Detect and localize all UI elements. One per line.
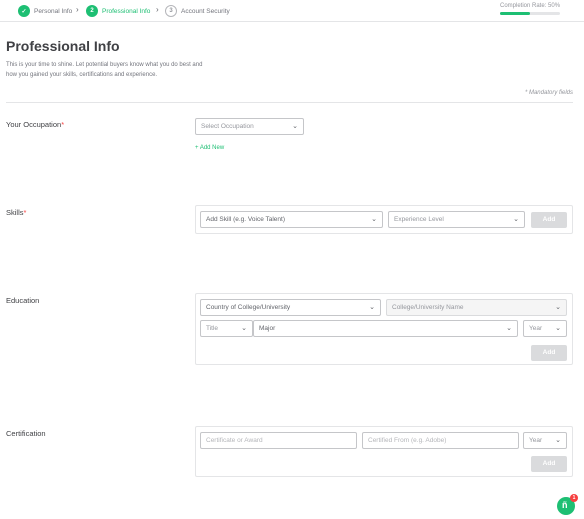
education-label: Education (6, 296, 40, 305)
major-select[interactable]: Major ⌄ (253, 320, 518, 337)
college-select[interactable]: College/University Name ⌄ (386, 299, 567, 316)
add-education-button[interactable]: Add (531, 345, 567, 361)
skill-select[interactable]: Add Skill (e.g. Voice Talent) ⌄ (200, 211, 383, 228)
chevron-down-icon: ⌄ (555, 304, 561, 311)
completion-fill (500, 12, 530, 15)
chevron-down-icon: ⌄ (369, 304, 375, 311)
completion-track (500, 12, 560, 15)
intro-text: This is your time to shine. Let potentia… (6, 62, 203, 78)
step-personal-info[interactable]: ✓ Personal Info (18, 4, 72, 18)
check-icon: ✓ (18, 5, 30, 17)
year-placeholder: Year (529, 437, 543, 444)
occupation-select-placeholder: Select Occupation (201, 123, 254, 130)
step-account-security[interactable]: 3 Account Security (165, 4, 230, 18)
certificate-input[interactable]: Certificate or Award (200, 432, 357, 449)
occupation-select[interactable]: Select Occupation ⌄ (195, 118, 304, 135)
chevron-down-icon: ⌄ (513, 216, 519, 223)
education-year-select[interactable]: Year ⌄ (523, 320, 567, 337)
chevron-down-icon: ⌄ (506, 325, 512, 332)
progress-header: ✓ Personal Info › 2 Professional Info › … (0, 0, 584, 22)
step-label: Account Security (181, 7, 230, 15)
step-label: Personal Info (34, 7, 73, 15)
step-label: Professional Info (102, 7, 151, 15)
page-title: Professional Info (6, 38, 120, 54)
certified-from-input[interactable]: Certified From (e.g. Adobe) (362, 432, 519, 449)
chevron-down-icon: ⌄ (555, 325, 561, 332)
add-new-occupation-link[interactable]: + Add New (195, 145, 224, 151)
chevron-right-icon: › (156, 5, 159, 14)
step-professional-info[interactable]: 2 Professional Info (86, 4, 150, 18)
country-placeholder: Country of College/University (206, 304, 291, 311)
year-placeholder: Year (529, 325, 543, 332)
college-placeholder: College/University Name (392, 304, 464, 311)
chevron-down-icon: ⌄ (371, 216, 377, 223)
notification-badge: 1 (570, 494, 578, 502)
completion-rate: Completion Rate: 50% (500, 3, 562, 15)
experience-level-select[interactable]: Experience Level ⌄ (388, 211, 525, 228)
step-number: 3 (165, 5, 177, 17)
major-placeholder: Major (259, 325, 276, 332)
certification-label: Certification (6, 429, 46, 438)
skills-label: Skills* (6, 208, 26, 217)
title-placeholder: Title (206, 325, 219, 332)
required-mark: * (23, 208, 27, 217)
country-select[interactable]: Country of College/University ⌄ (200, 299, 381, 316)
required-mark: * (61, 120, 65, 129)
chevron-down-icon: ⌄ (292, 123, 298, 130)
certification-year-select[interactable]: Year ⌄ (523, 432, 567, 449)
step-number: 2 (86, 5, 98, 17)
divider (6, 102, 573, 103)
skill-placeholder: Add Skill (e.g. Voice Talent) (206, 216, 286, 223)
chevron-down-icon: ⌄ (555, 437, 561, 444)
occupation-label: Your Occupation* (6, 120, 64, 129)
add-certification-button[interactable]: Add (531, 456, 567, 472)
chevron-down-icon: ⌄ (241, 325, 247, 332)
mandatory-note: * Mandatory fields (524, 90, 573, 96)
skills-label-text: Skills (6, 208, 24, 217)
occupation-label-text: Your Occupation (6, 120, 62, 129)
title-select[interactable]: Title ⌄ (200, 320, 253, 337)
add-skill-button[interactable]: Add (531, 212, 567, 228)
chat-bubble-icon[interactable]: ñ 1 (557, 494, 578, 515)
experience-level-placeholder: Experience Level (394, 216, 444, 223)
chat-glyph: ñ (562, 500, 568, 510)
chevron-right-icon: › (76, 5, 79, 14)
completion-label: Completion Rate: 50% (500, 3, 561, 9)
